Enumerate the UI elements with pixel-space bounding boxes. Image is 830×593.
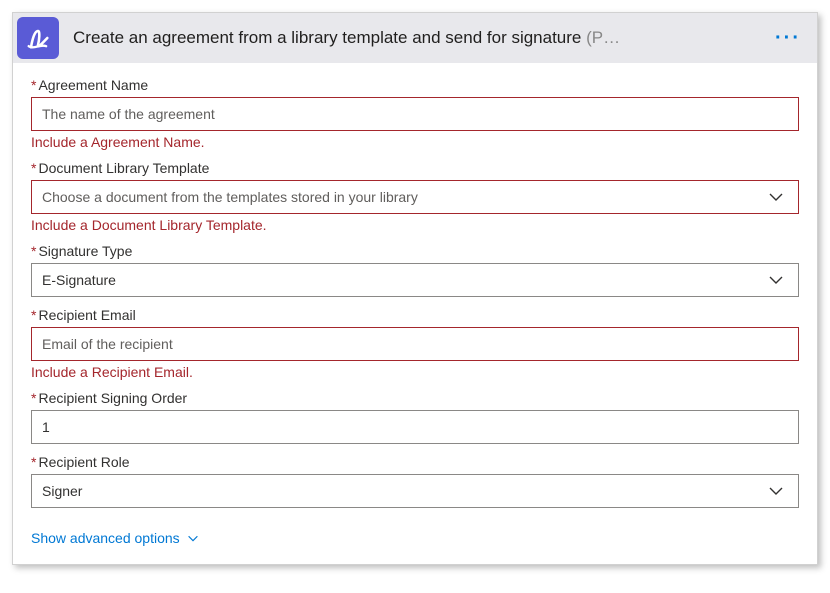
more-menu-button[interactable]: ··· [767, 27, 809, 50]
doc-template-select[interactable]: Choose a document from the templates sto… [31, 180, 799, 214]
recipient-role-select[interactable]: Signer [31, 474, 799, 508]
doc-template-placeholder: Choose a document from the templates sto… [42, 189, 764, 205]
field-signing-order: *Recipient Signing Order [31, 390, 799, 444]
chevron-down-icon [186, 531, 200, 545]
recipient-email-label: *Recipient Email [31, 307, 799, 323]
signature-type-select[interactable]: E-Signature [31, 263, 799, 297]
signature-type-value: E-Signature [42, 272, 764, 288]
card-body: *Agreement Name Include a Agreement Name… [13, 63, 817, 564]
field-doc-template: *Document Library Template Choose a docu… [31, 160, 799, 233]
field-agreement-name: *Agreement Name Include a Agreement Name… [31, 77, 799, 150]
agreement-name-input[interactable] [42, 98, 788, 130]
field-recipient-email: *Recipient Email Include a Recipient Ema… [31, 307, 799, 380]
flow-action-card: Create an agreement from a library templ… [12, 12, 818, 565]
signing-order-label: *Recipient Signing Order [31, 390, 799, 406]
signing-order-input[interactable] [42, 411, 788, 443]
recipient-email-input-wrapper [31, 327, 799, 361]
recipient-email-input[interactable] [42, 328, 788, 360]
signature-type-label: *Signature Type [31, 243, 799, 259]
recipient-email-error: Include a Recipient Email. [31, 364, 799, 380]
chevron-down-icon [764, 272, 788, 288]
recipient-role-value: Signer [42, 483, 764, 499]
chevron-down-icon [764, 189, 788, 205]
card-title: Create an agreement from a library templ… [73, 28, 753, 48]
card-header[interactable]: Create an agreement from a library templ… [13, 13, 817, 63]
agreement-name-input-wrapper [31, 97, 799, 131]
field-recipient-role: *Recipient Role Signer [31, 454, 799, 508]
signing-order-input-wrapper [31, 410, 799, 444]
doc-template-error: Include a Document Library Template. [31, 217, 799, 233]
doc-template-label: *Document Library Template [31, 160, 799, 176]
agreement-name-error: Include a Agreement Name. [31, 134, 799, 150]
adobe-sign-icon [17, 17, 59, 59]
show-advanced-options-link[interactable]: Show advanced options [31, 530, 200, 546]
agreement-name-label: *Agreement Name [31, 77, 799, 93]
recipient-role-label: *Recipient Role [31, 454, 799, 470]
field-signature-type: *Signature Type E-Signature [31, 243, 799, 297]
chevron-down-icon [764, 483, 788, 499]
